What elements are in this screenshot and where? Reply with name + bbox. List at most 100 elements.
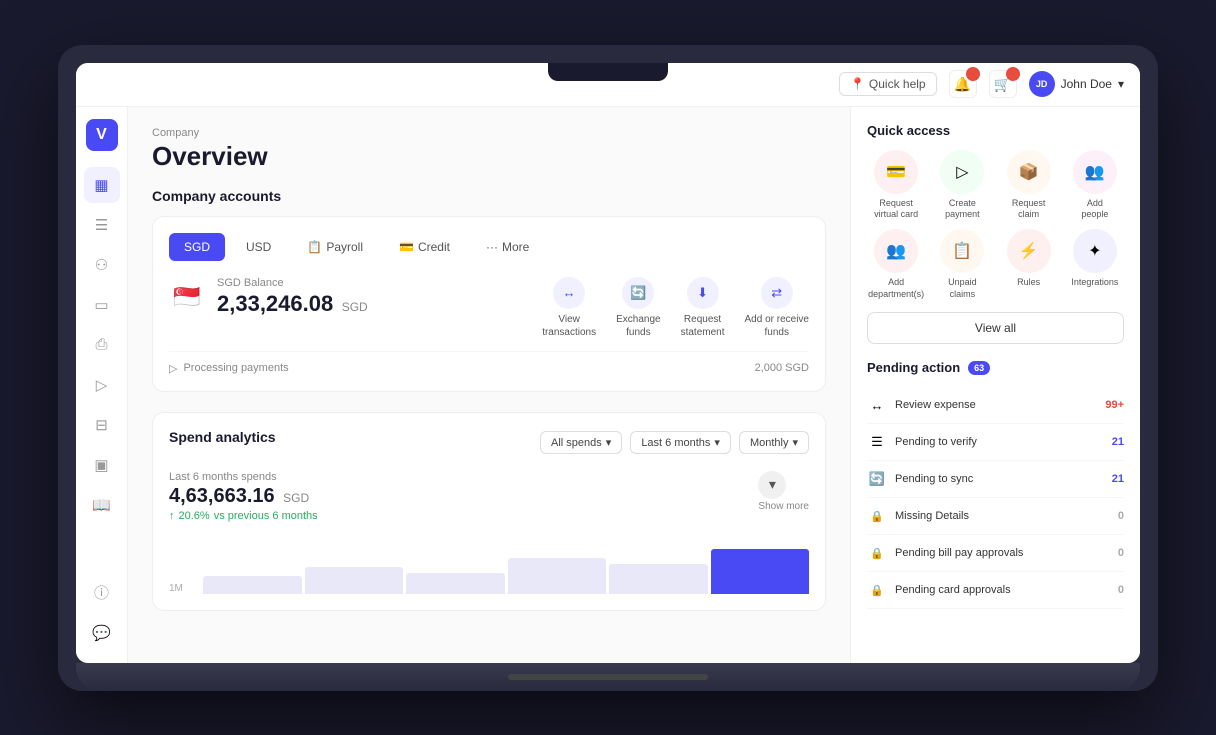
balance-amount: 2,33,246.08 bbox=[217, 291, 333, 316]
sidebar-item-play[interactable]: ▷ bbox=[84, 367, 120, 403]
last-6-months-filter[interactable]: Last 6 months ▾ bbox=[630, 431, 731, 454]
action-buttons: ↔ Viewtransactions 🔄 Exchangefunds ⬇ Req… bbox=[542, 277, 809, 339]
qa-integrations[interactable]: ✦ Integrations bbox=[1066, 229, 1124, 300]
bill-pay-count: 0 bbox=[1118, 547, 1124, 559]
balance-info: SGD Balance 2,33,246.08 SGD bbox=[217, 277, 368, 317]
pending-item-review-expense[interactable]: ↔ Review expense 99+ bbox=[867, 387, 1124, 424]
all-spends-filter[interactable]: All spends ▾ bbox=[540, 431, 622, 454]
missing-details-icon: 🔒 bbox=[867, 506, 887, 526]
spend-stats-left: Last 6 months spends 4,63,663.16 SGD ↑ 2… bbox=[169, 471, 318, 522]
pending-item-bill-pay[interactable]: 🔒 Pending bill pay approvals 0 bbox=[867, 535, 1124, 572]
spend-analytics-title: Spend analytics bbox=[169, 429, 276, 445]
bill-pay-icon: 🔒 bbox=[867, 543, 887, 563]
quick-help-button[interactable]: 📍 Quick help bbox=[839, 72, 937, 96]
last-6-months-chevron: ▾ bbox=[714, 436, 720, 449]
bar-3 bbox=[406, 573, 505, 594]
processing-amount: 2,000 SGD bbox=[755, 362, 809, 374]
sidebar-item-dashboard[interactable]: ▦ bbox=[84, 167, 120, 203]
pending-item-missing-details[interactable]: 🔒 Missing Details 0 bbox=[867, 498, 1124, 535]
pending-item-sync[interactable]: 🔄 Pending to sync 21 bbox=[867, 461, 1124, 498]
tab-usd[interactable]: USD bbox=[231, 233, 286, 261]
all-spends-chevron: ▾ bbox=[606, 436, 612, 449]
qa-add-people[interactable]: 👥 Addpeople bbox=[1066, 150, 1124, 221]
monthly-filter[interactable]: Monthly ▾ bbox=[739, 431, 809, 454]
pending-item-verify[interactable]: ☰ Pending to verify 21 bbox=[867, 424, 1124, 461]
sidebar-item-book[interactable]: ⊟ bbox=[84, 407, 120, 443]
create-payment-icon: ▷ bbox=[940, 150, 984, 194]
credit-icon: 💳 bbox=[399, 240, 414, 254]
pending-sync-left: 🔄 Pending to sync bbox=[867, 469, 973, 489]
spend-amount: 4,63,663.16 bbox=[169, 485, 275, 507]
location-pin-icon: 📍 bbox=[850, 77, 865, 91]
pending-sync-count: 21 bbox=[1112, 473, 1124, 485]
tab-sgd[interactable]: SGD bbox=[169, 233, 225, 261]
pending-action-title: Pending action 63 bbox=[867, 360, 1124, 375]
qa-create-payment[interactable]: ▷ Createpayment bbox=[933, 150, 991, 221]
sidebar-item-video[interactable]: ▣ bbox=[84, 447, 120, 483]
rules-label: Rules bbox=[1017, 277, 1040, 289]
chart-area: 1M bbox=[169, 534, 809, 594]
spend-stats: Last 6 months spends 4,63,663.16 SGD ↑ 2… bbox=[169, 471, 809, 522]
spend-amount-row: 4,63,663.16 SGD bbox=[169, 485, 318, 508]
integrations-icon: ✦ bbox=[1073, 229, 1117, 273]
integrations-label: Integrations bbox=[1071, 277, 1118, 289]
show-more-button[interactable]: ▾ bbox=[758, 471, 786, 499]
logo[interactable]: V bbox=[86, 119, 118, 151]
request-statement-button[interactable]: ⬇ Requeststatement bbox=[681, 277, 725, 339]
credit-tab-label: Credit bbox=[418, 240, 450, 254]
tab-more[interactable]: ··· More bbox=[471, 233, 544, 261]
review-expense-count: 99+ bbox=[1105, 399, 1124, 411]
missing-details-label: Missing Details bbox=[895, 510, 969, 522]
alerts-button[interactable]: 🛒 bbox=[989, 70, 1017, 98]
pending-verify-label: Pending to verify bbox=[895, 436, 977, 448]
alert-badge bbox=[1006, 67, 1020, 81]
sidebar-item-card[interactable]: ▭ bbox=[84, 287, 120, 323]
quick-help-label: Quick help bbox=[869, 77, 926, 91]
user-menu[interactable]: JD John Doe ▾ bbox=[1029, 71, 1124, 97]
sidebar-item-help[interactable]: ⓘ bbox=[84, 575, 120, 611]
view-transactions-label: Viewtransactions bbox=[542, 313, 596, 339]
bar-5 bbox=[609, 564, 708, 594]
missing-details-left: 🔒 Missing Details bbox=[867, 506, 969, 526]
view-all-button[interactable]: View all bbox=[867, 312, 1124, 344]
qa-unpaid-claims[interactable]: 📋 Unpaidclaims bbox=[933, 229, 991, 300]
bar-4 bbox=[508, 558, 607, 594]
qa-request-claim[interactable]: 📦 Requestclaim bbox=[1000, 150, 1058, 221]
bar-1 bbox=[203, 576, 302, 594]
user-avatar: JD bbox=[1029, 71, 1055, 97]
main-content: Company Overview Company accounts SGD US… bbox=[128, 107, 850, 663]
add-receive-funds-button[interactable]: ⇄ Add or receivefunds bbox=[745, 277, 809, 339]
accounts-section-title: Company accounts bbox=[152, 188, 826, 204]
sidebar-item-chat[interactable]: 💬 bbox=[84, 615, 120, 651]
pending-item-card-approvals[interactable]: 🔒 Pending card approvals 0 bbox=[867, 572, 1124, 609]
spend-stats-label: Last 6 months spends bbox=[169, 471, 318, 483]
pending-verify-count: 21 bbox=[1112, 436, 1124, 448]
more-tab-label: More bbox=[502, 240, 529, 254]
sidebar-bottom: ⓘ 💬 bbox=[84, 575, 120, 651]
view-transactions-button[interactable]: ↔ Viewtransactions bbox=[542, 277, 596, 339]
right-panel: Quick access 💳 Requestvirtual card ▷ Cre… bbox=[850, 107, 1140, 663]
request-claim-label: Requestclaim bbox=[1012, 198, 1046, 221]
arrow-up-icon: ↑ bbox=[169, 510, 175, 522]
balance-currency: SGD bbox=[342, 300, 368, 314]
bill-pay-label: Pending bill pay approvals bbox=[895, 547, 1023, 559]
sidebar-item-list[interactable]: ☰ bbox=[84, 207, 120, 243]
tab-payroll[interactable]: 📋 Payroll bbox=[292, 233, 378, 261]
qa-rules[interactable]: ⚡ Rules bbox=[1000, 229, 1058, 300]
spend-analytics-card: Spend analytics All spends ▾ Last 6 mont… bbox=[152, 412, 826, 611]
sidebar-item-people[interactable]: ⚇ bbox=[84, 247, 120, 283]
review-expense-label: Review expense bbox=[895, 399, 976, 411]
exchange-funds-button[interactable]: 🔄 Exchangefunds bbox=[616, 277, 660, 339]
tab-credit[interactable]: 💳 Credit bbox=[384, 233, 465, 261]
sidebar-item-document[interactable]: ⎙ bbox=[84, 327, 120, 363]
show-more-label: Show more bbox=[758, 501, 809, 512]
qa-add-department[interactable]: 👥 Adddepartment(s) bbox=[867, 229, 925, 300]
user-name: John Doe bbox=[1061, 77, 1112, 91]
notifications-button[interactable]: 🔔 bbox=[949, 70, 977, 98]
request-virtual-card-label: Requestvirtual card bbox=[874, 198, 918, 221]
qa-request-virtual-card[interactable]: 💳 Requestvirtual card bbox=[867, 150, 925, 221]
chart-y-label: 1M bbox=[169, 583, 199, 594]
pending-items-list: ↔ Review expense 99+ ☰ Pending to verify… bbox=[867, 387, 1124, 609]
sidebar-item-reading[interactable]: 📖 bbox=[84, 487, 120, 523]
show-more-container: ▾ Show more bbox=[758, 471, 809, 512]
